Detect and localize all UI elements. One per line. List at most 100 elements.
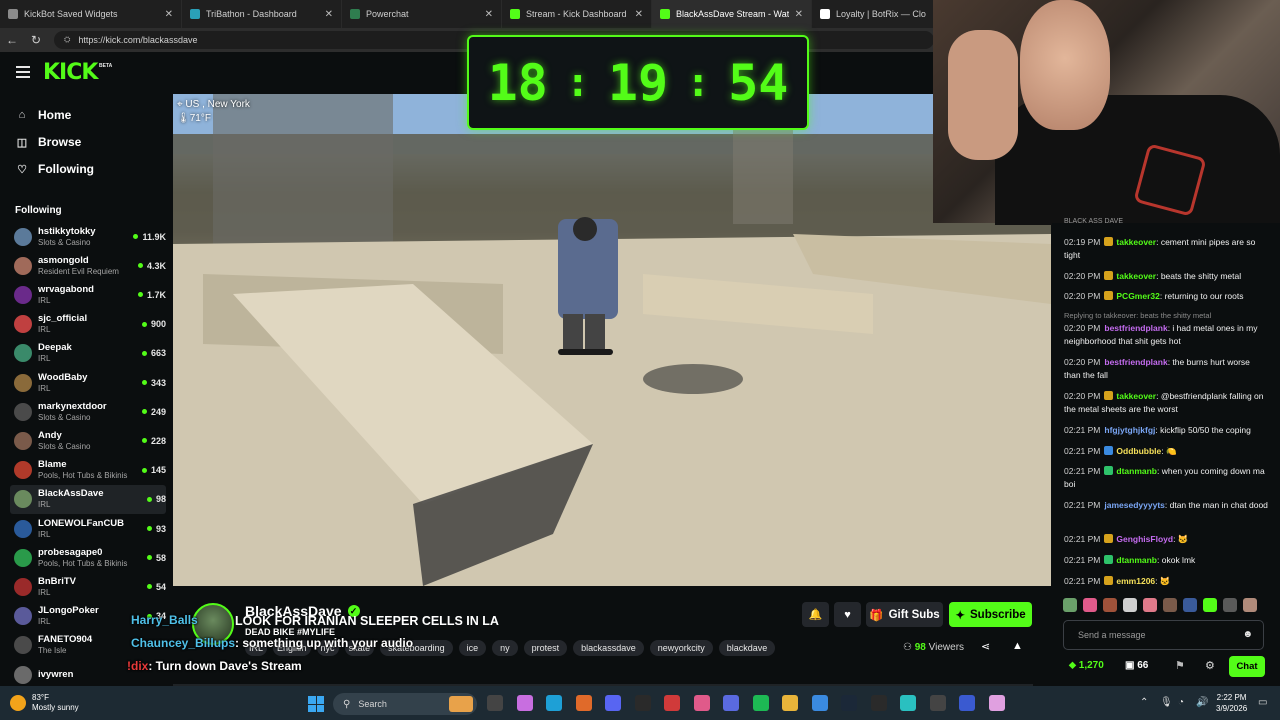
chevron-up-icon[interactable]: ⌃ — [1140, 697, 1148, 708]
kick-logo[interactable]: KICK — [43, 60, 98, 85]
report-icon[interactable]: ▲ — [1012, 640, 1023, 652]
chat-users-icon[interactable]: ⚑ — [1175, 659, 1185, 672]
followed-channel[interactable]: BlackAssDave IRL 98 — [10, 484, 166, 514]
chat-username[interactable]: PCGmer32 — [1116, 291, 1159, 301]
chat-username[interactable]: GenghisFloyd — [1116, 534, 1173, 544]
task-view-icon[interactable] — [487, 695, 503, 711]
chat-username[interactable]: hfgjytghjkfgj — [1104, 425, 1155, 435]
close-icon[interactable]: ✕ — [325, 9, 333, 20]
network-icon[interactable]: ◔ — [1178, 697, 1184, 708]
emote-icon[interactable] — [1243, 598, 1257, 612]
followed-channel[interactable]: Blame Pools, Hot Tubs & Bikinis 145 — [10, 456, 166, 485]
browser-tab[interactable]: TriBathon - Dashboard ✕ — [182, 0, 342, 28]
fx-icon[interactable] — [959, 695, 975, 711]
taskbar-search[interactable]: ⚲ Search — [333, 693, 477, 715]
browser-tab[interactable]: Powerchat ✕ — [342, 0, 502, 28]
chat-message-input[interactable]: Send a message ☻ — [1063, 620, 1264, 650]
followed-channel[interactable]: markynextdoor Slots & Casino 249 — [10, 397, 166, 426]
chat-username[interactable]: bestfriendplank — [1104, 357, 1167, 367]
subscribe-button[interactable]: ✦ Subscribe — [949, 602, 1032, 627]
stream-tag[interactable]: blackdave — [718, 640, 776, 656]
spotify-icon[interactable] — [752, 695, 769, 711]
chat-username[interactable]: dtanmanb — [1116, 466, 1157, 476]
obs-icon[interactable] — [634, 695, 651, 711]
followed-channel[interactable]: Andy Slots & Casino 228 — [10, 426, 166, 455]
emote-icon[interactable] — [1103, 598, 1117, 612]
folder-icon[interactable] — [782, 695, 798, 711]
share-icon[interactable]: ⋖ — [981, 640, 990, 653]
followed-channel[interactable]: BnBriTV IRL 54 — [10, 572, 166, 601]
app-icon[interactable] — [900, 695, 916, 711]
edge-icon[interactable] — [546, 695, 562, 711]
gear-icon[interactable]: ⚙ — [1205, 659, 1215, 672]
chat-username[interactable]: jamesedyyyyts — [1104, 500, 1165, 510]
gift-subs-button[interactable]: 🎁 Gift Subs — [866, 602, 943, 627]
weather-widget[interactable]: 83°F Mostly sunny — [10, 693, 79, 713]
menu-icon[interactable] — [16, 66, 30, 78]
windows-start-icon[interactable] — [308, 696, 324, 712]
firefox-icon[interactable] — [575, 695, 592, 711]
chat-username[interactable]: dtanmanb — [1116, 555, 1157, 565]
follow-button[interactable]: ♥ — [834, 602, 861, 627]
music-icon[interactable] — [693, 695, 710, 711]
followed-channel[interactable]: Deepak IRL 663 — [10, 339, 166, 368]
reward-count[interactable]: ▣ 66 — [1125, 660, 1148, 671]
steam-icon[interactable] — [841, 695, 857, 711]
stream-tag[interactable]: newyorkcity — [649, 640, 713, 656]
app-icon[interactable] — [664, 695, 680, 711]
close-icon[interactable]: ✕ — [165, 9, 173, 20]
chat-username[interactable]: bestfriendplank — [1104, 323, 1167, 333]
send-chat-button[interactable]: Chat — [1229, 656, 1265, 677]
close-icon[interactable]: ✕ — [635, 9, 643, 20]
emote-icon[interactable] — [1123, 598, 1137, 612]
notification-icon[interactable]: ▭ — [1258, 697, 1267, 708]
close-icon[interactable]: ✕ — [795, 9, 803, 20]
store-icon[interactable] — [811, 695, 828, 711]
app-icon[interactable] — [929, 695, 946, 711]
emote-icon[interactable] — [1083, 598, 1097, 612]
nav-home[interactable]: ⌂ Home — [15, 108, 72, 122]
followed-channel[interactable]: hstikkytokky Slots & Casino 11.9K — [10, 222, 166, 251]
copilot-icon[interactable] — [516, 695, 533, 711]
bell-button[interactable]: 🔔 — [802, 602, 829, 627]
nav-browse[interactable]: ◫ Browse — [15, 135, 82, 149]
emote-icon[interactable] — [1223, 598, 1237, 612]
browser-tab[interactable]: KickBot Saved Widgets ✕ — [0, 0, 182, 28]
followed-channel[interactable]: LONEWOLFanCUB IRL 93 — [10, 514, 166, 543]
discord-icon[interactable] — [605, 695, 621, 711]
emote-icon[interactable] — [1163, 598, 1177, 612]
emote-icon[interactable] — [1183, 598, 1197, 612]
followed-channel[interactable]: WoodBaby IRL 343 — [10, 368, 166, 397]
emote-icon[interactable] — [1063, 598, 1077, 612]
app-icon[interactable] — [870, 695, 887, 711]
emoji-picker-icon[interactable]: ☻ — [1242, 629, 1253, 640]
chat-app-icon[interactable] — [723, 695, 739, 711]
browser-tab[interactable]: BlackAssDave Stream - Watch ✕ — [652, 0, 812, 28]
app-icon[interactable] — [988, 695, 1005, 711]
close-icon[interactable]: ✕ — [485, 9, 493, 20]
stream-tag[interactable]: ny — [492, 640, 518, 656]
followed-channel[interactable]: wrvagabond IRL 1.7K — [10, 280, 166, 309]
chat-username[interactable]: emm1206 — [1116, 576, 1155, 586]
chat-username[interactable]: Oddbubble — [1116, 446, 1161, 456]
browser-tab[interactable]: Loyalty | BotRix — Cloud — [812, 0, 935, 28]
chat-username[interactable]: takkeover — [1116, 271, 1156, 281]
reload-icon[interactable]: ↻ — [24, 33, 48, 47]
chat-username[interactable]: takkeover — [1116, 391, 1156, 401]
video-player[interactable] — [173, 94, 1051, 586]
nav-following[interactable]: ♡ Following — [15, 162, 94, 176]
microphone-icon[interactable]: 🎙 — [1160, 697, 1173, 708]
back-icon[interactable]: ← — [0, 33, 24, 47]
chat-username[interactable]: takkeover — [1116, 237, 1156, 247]
stream-tag[interactable]: protest — [523, 640, 568, 656]
taskbar-clock[interactable]: 2:22 PM 3/9/2026 — [1216, 692, 1247, 714]
volume-icon[interactable]: 🔊 — [1196, 697, 1208, 708]
stream-tag[interactable]: ice — [458, 640, 487, 656]
followed-channel[interactable]: asmongold Resident Evil Requiem 4.3K — [10, 251, 166, 280]
stream-tag[interactable]: blackassdave — [573, 640, 644, 656]
followed-channel[interactable]: sjc_official IRL 900 — [10, 310, 166, 339]
followed-channel[interactable]: probesagape0 Pools, Hot Tubs & Bikinis 58 — [10, 543, 166, 572]
channel-points[interactable]: ⬥ 1,270 — [1069, 660, 1104, 671]
browser-tab[interactable]: Stream - Kick Dashboard ✕ — [502, 0, 652, 28]
emote-icon[interactable] — [1203, 598, 1217, 612]
